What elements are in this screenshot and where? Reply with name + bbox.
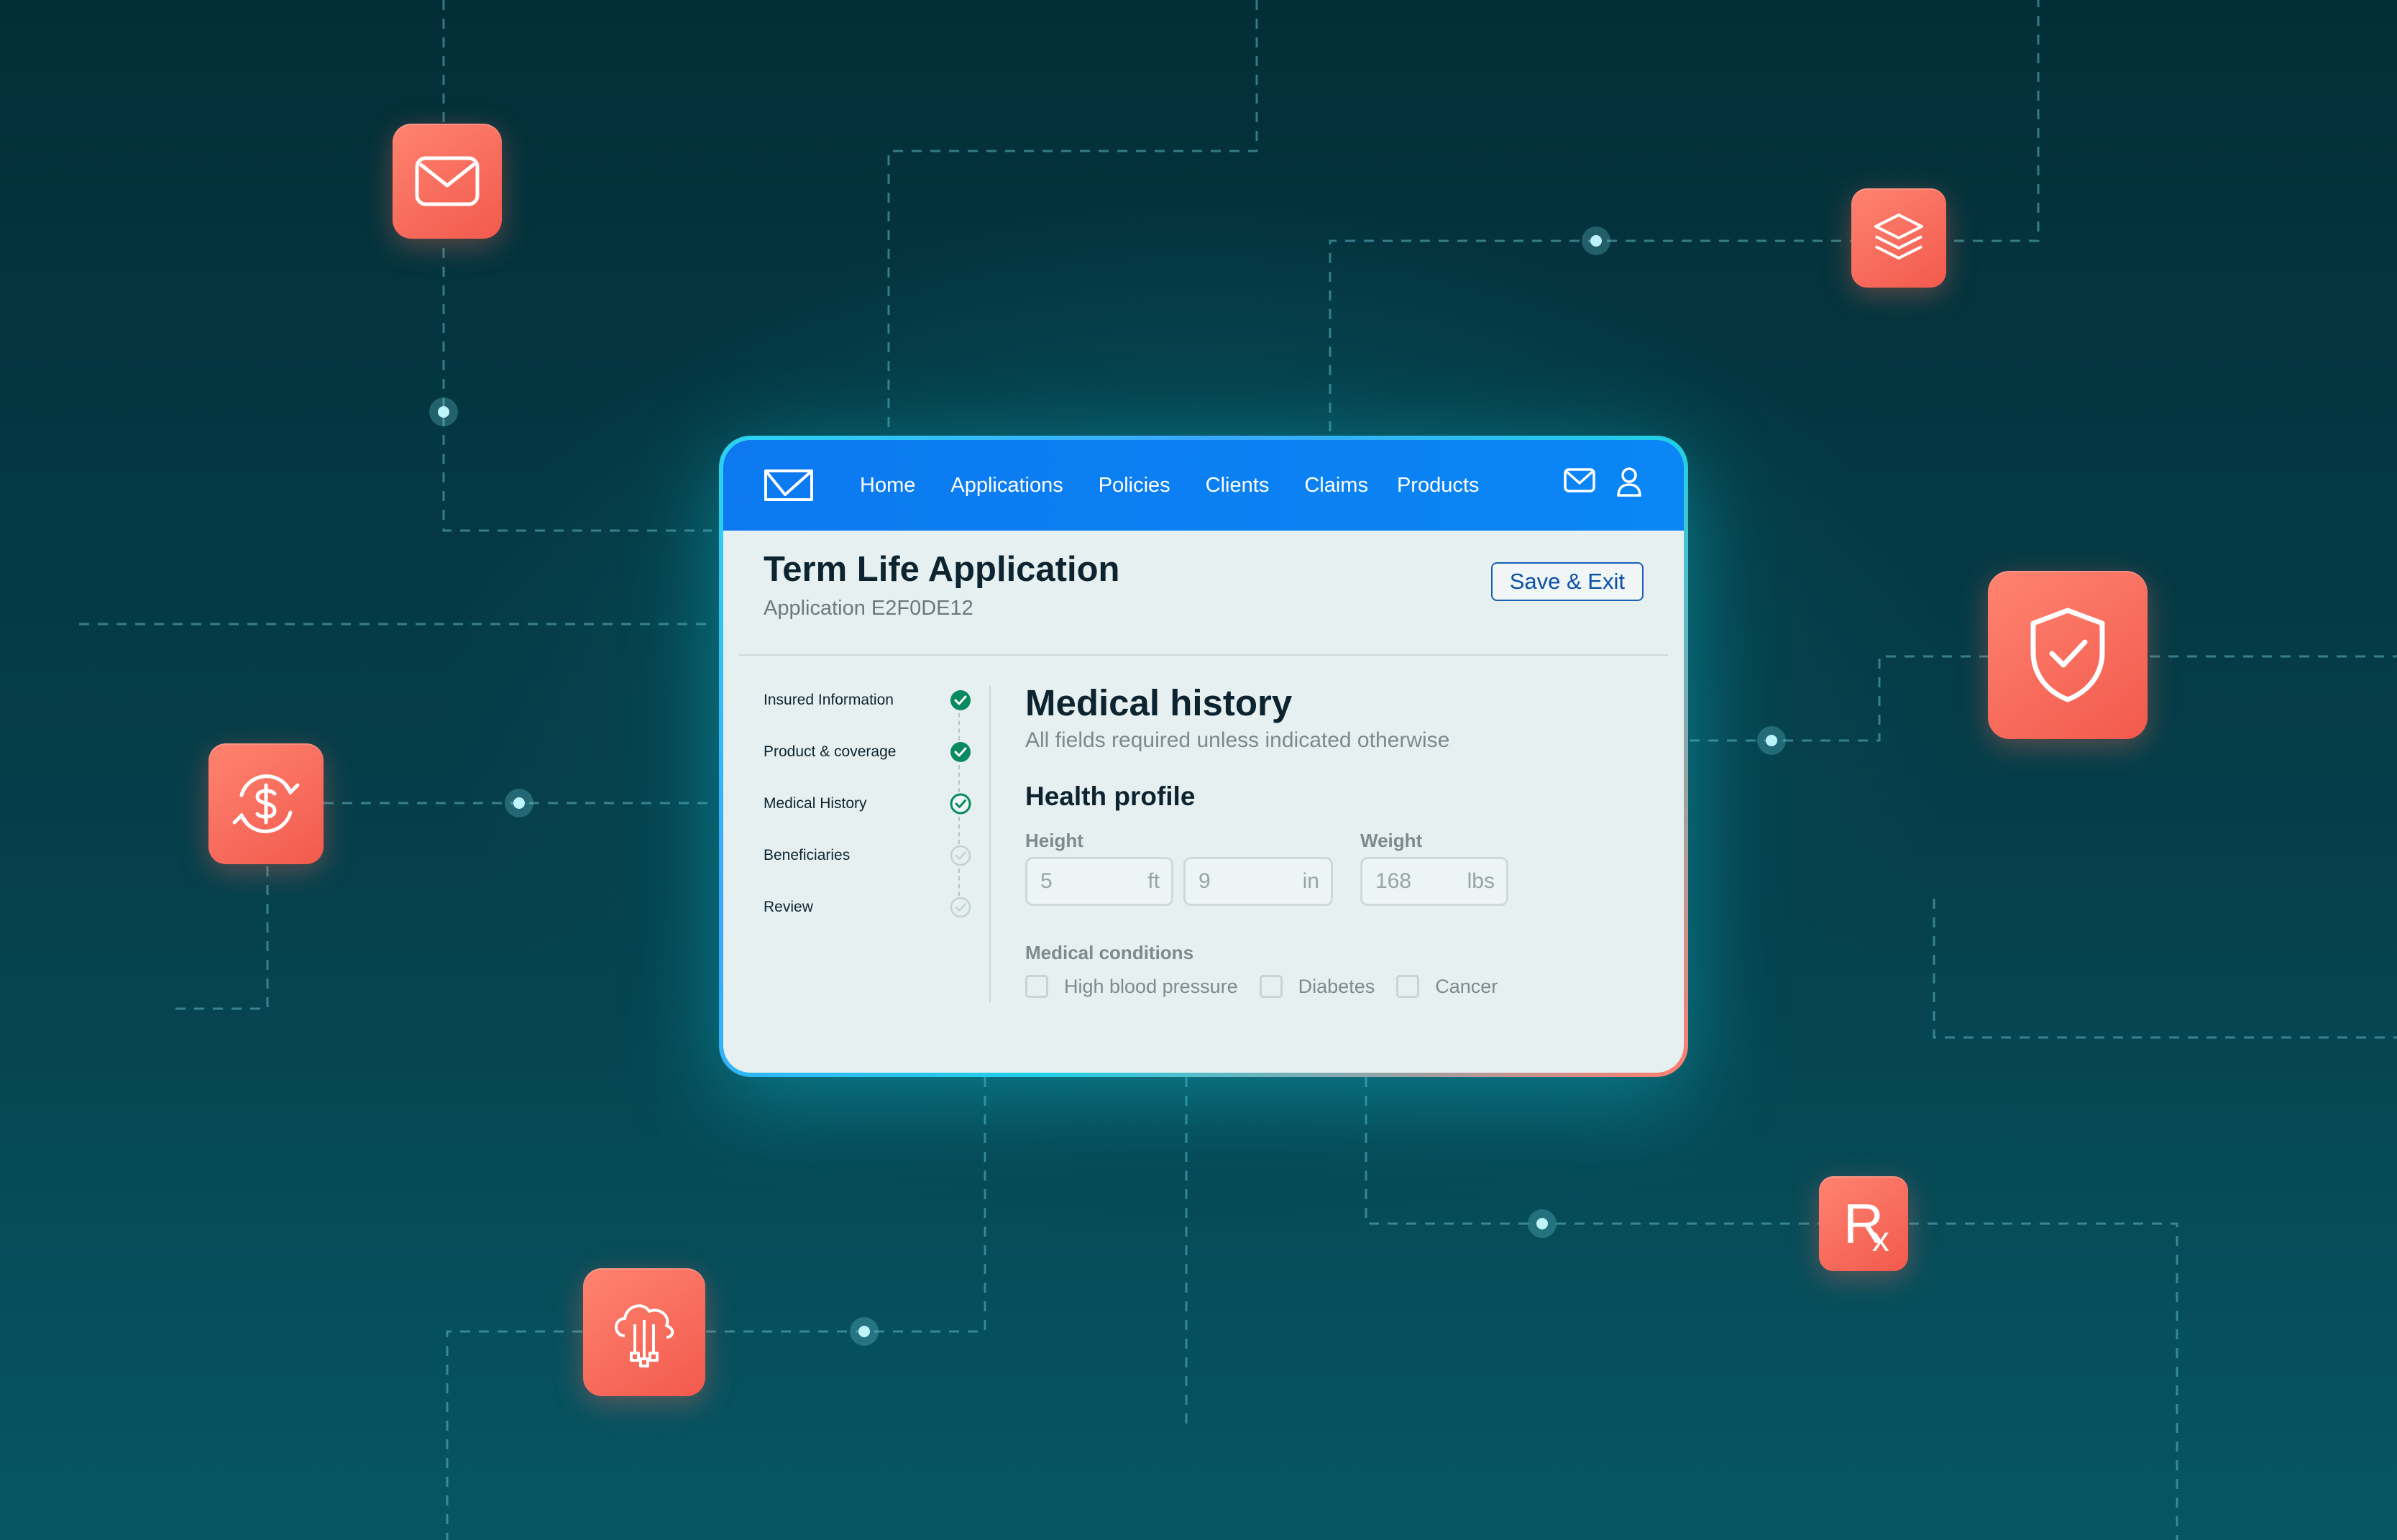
weight-label: Weight: [1360, 830, 1423, 851]
check-pending-icon: [950, 897, 971, 918]
logo-icon[interactable]: [764, 469, 814, 505]
step-label: Beneficiaries: [764, 847, 851, 863]
nav-claims[interactable]: Claims: [1304, 474, 1368, 498]
header-divider: [739, 654, 1668, 656]
height-inches-unit: in: [1302, 869, 1319, 893]
height-inches-input[interactable]: 9 in: [1183, 857, 1333, 906]
height-feet-input[interactable]: 5 ft: [1025, 857, 1173, 906]
mail-icon[interactable]: [1563, 466, 1596, 501]
floating-dollar-refresh-icon: [208, 743, 324, 864]
checkbox-diabetes[interactable]: [1259, 975, 1283, 998]
height-label: Height: [1025, 830, 1083, 851]
check-complete-icon: [950, 742, 971, 762]
user-icon[interactable]: [1615, 466, 1644, 501]
floating-layers-icon: [1851, 188, 1946, 288]
floating-shield-check-icon: [1988, 571, 2148, 739]
step-connector: [958, 868, 960, 896]
step-connector: [958, 817, 960, 844]
nav-clients[interactable]: Clients: [1206, 474, 1270, 498]
section-title: Health profile: [1025, 782, 1196, 811]
step-label: Product & coverage: [764, 743, 897, 760]
form-title: Medical history: [1025, 682, 1293, 723]
checkbox-label: High blood pressure: [1064, 975, 1238, 997]
height-feet-value: 5: [1040, 869, 1053, 893]
save-exit-button[interactable]: Save & Exit: [1490, 562, 1644, 601]
nav-products[interactable]: Products: [1397, 474, 1479, 498]
step-product-coverage[interactable]: Product & coverage: [764, 741, 972, 792]
conditions-checkboxes: High blood pressure Diabetes Cancer: [1025, 975, 1519, 998]
checkbox-label: Cancer: [1435, 975, 1498, 997]
step-medical-history[interactable]: Medical History: [764, 792, 972, 844]
floating-rx-icon: Rx: [1819, 1176, 1908, 1271]
progress-steps: Insured Information Product & coverage M…: [764, 689, 972, 948]
page-header: Term Life Application Application E2F0DE…: [764, 549, 1644, 620]
nav-policies[interactable]: Policies: [1099, 474, 1170, 498]
check-complete-icon: [950, 690, 971, 710]
checkbox-high-blood-pressure[interactable]: [1025, 975, 1048, 998]
floating-mail-icon: [393, 124, 502, 239]
top-nav: Home Applications Policies Clients Claim…: [723, 440, 1684, 531]
weight-value: 168: [1375, 869, 1412, 893]
nav-applications[interactable]: Applications: [950, 474, 1063, 498]
height-feet-unit: ft: [1147, 869, 1160, 893]
nav-links: Home Applications Policies Clients Claim…: [860, 440, 1514, 531]
sidebar-divider: [989, 686, 991, 1002]
floating-cloud-network-icon: [583, 1268, 705, 1396]
medical-history-form: Medical history All fields required unle…: [1025, 682, 1655, 812]
check-current-icon: [950, 793, 971, 815]
check-pending-icon: [950, 845, 971, 866]
app-window: Home Applications Policies Clients Claim…: [719, 436, 1688, 1077]
step-review[interactable]: Review: [764, 896, 972, 948]
step-insured-information[interactable]: Insured Information: [764, 689, 972, 741]
weight-input[interactable]: 168 lbs: [1360, 857, 1508, 906]
rx-glyph: Rx: [1843, 1192, 1889, 1259]
step-beneficiaries[interactable]: Beneficiaries: [764, 844, 972, 896]
step-label: Medical History: [764, 795, 867, 812]
step-connector: [958, 765, 960, 792]
nav-home[interactable]: Home: [860, 474, 915, 498]
weight-unit: lbs: [1467, 869, 1495, 893]
checkbox-cancer[interactable]: [1396, 975, 1420, 998]
step-label: Review: [764, 899, 813, 915]
step-connector: [958, 713, 960, 741]
checkbox-label: Diabetes: [1298, 975, 1375, 997]
medical-conditions-label: Medical conditions: [1025, 942, 1194, 963]
form-subtitle: All fields required unless indicated oth…: [1025, 728, 1450, 752]
height-inches-value: 9: [1198, 869, 1211, 893]
step-label: Insured Information: [764, 692, 894, 708]
